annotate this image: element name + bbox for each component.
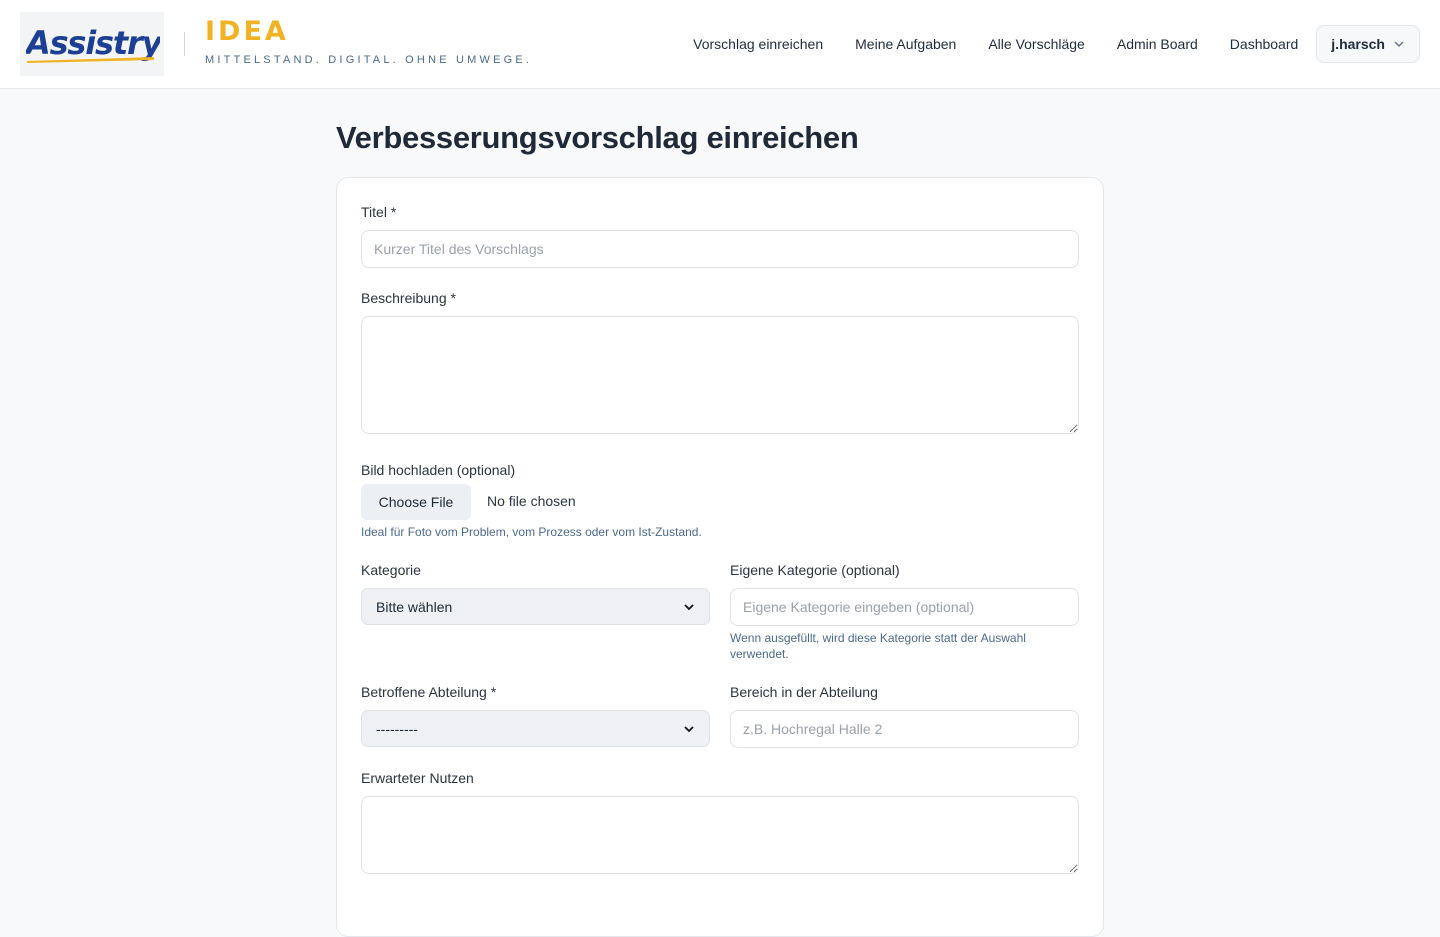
bereich-label: Bereich in der Abteilung xyxy=(730,684,878,700)
eigene-kategorie-input[interactable] xyxy=(730,588,1079,626)
nav-dashboard[interactable]: Dashboard xyxy=(1230,36,1299,52)
bereich-input[interactable] xyxy=(730,710,1079,748)
kategorie-select[interactable]: Bitte wählen xyxy=(361,588,710,625)
svg-text:Assistry: Assistry xyxy=(26,24,160,62)
eigene-kategorie-help-text: Wenn ausgefüllt, wird diese Kategorie st… xyxy=(730,631,1026,661)
logo-divider xyxy=(184,32,185,56)
kategorie-label: Kategorie xyxy=(361,562,421,578)
top-navbar: Assistry IDEA MITTELSTAND. DIGITAL. OHNE… xyxy=(0,0,1440,89)
chevron-down-icon xyxy=(1393,38,1405,50)
nav-alle-vorschlaege[interactable]: Alle Vorschläge xyxy=(988,36,1085,52)
eigene-kategorie-label: Eigene Kategorie (optional) xyxy=(730,562,900,578)
nav-admin-board[interactable]: Admin Board xyxy=(1117,36,1198,52)
nutzen-textarea[interactable] xyxy=(361,796,1079,874)
nav-meine-aufgaben[interactable]: Meine Aufgaben xyxy=(855,36,956,52)
file-status: No file chosen xyxy=(487,493,576,509)
nutzen-label: Erwarteter Nutzen xyxy=(361,770,474,786)
beschreibung-textarea[interactable] xyxy=(361,316,1079,434)
beschreibung-label: Beschreibung * xyxy=(361,290,456,306)
kategorie-selected: Bitte wählen xyxy=(376,598,453,615)
assistry-logo-icon: Assistry xyxy=(26,24,160,63)
suggestion-form: Titel * Beschreibung * Bild hochladen (o… xyxy=(336,177,1104,937)
titel-input[interactable] xyxy=(361,230,1079,268)
chevron-down-icon xyxy=(683,723,695,735)
app-name: IDEA xyxy=(205,16,289,47)
nav-vorschlag-einreichen[interactable]: Vorschlag einreichen xyxy=(693,36,823,52)
page-title: Verbesserungsvorschlag einreichen xyxy=(336,120,859,155)
main-nav: Vorschlag einreichen Meine Aufgaben Alle… xyxy=(693,0,1420,88)
user-menu-button[interactable]: j.harsch xyxy=(1316,25,1420,63)
abteilung-select[interactable]: --------- xyxy=(361,710,710,747)
assistry-logo[interactable]: Assistry xyxy=(20,12,164,76)
bild-label: Bild hochladen (optional) xyxy=(361,462,516,478)
bild-help-text: Ideal für Foto vom Problem, vom Prozess … xyxy=(361,525,702,539)
choose-file-button[interactable]: Choose File xyxy=(361,484,471,520)
chevron-down-icon xyxy=(683,601,695,613)
abteilung-selected: --------- xyxy=(376,720,418,737)
abteilung-label: Betroffene Abteilung * xyxy=(361,684,497,700)
app-tagline: MITTELSTAND. DIGITAL. OHNE UMWEGE. xyxy=(205,54,533,66)
titel-label: Titel * xyxy=(361,204,397,220)
username: j.harsch xyxy=(1331,36,1385,52)
